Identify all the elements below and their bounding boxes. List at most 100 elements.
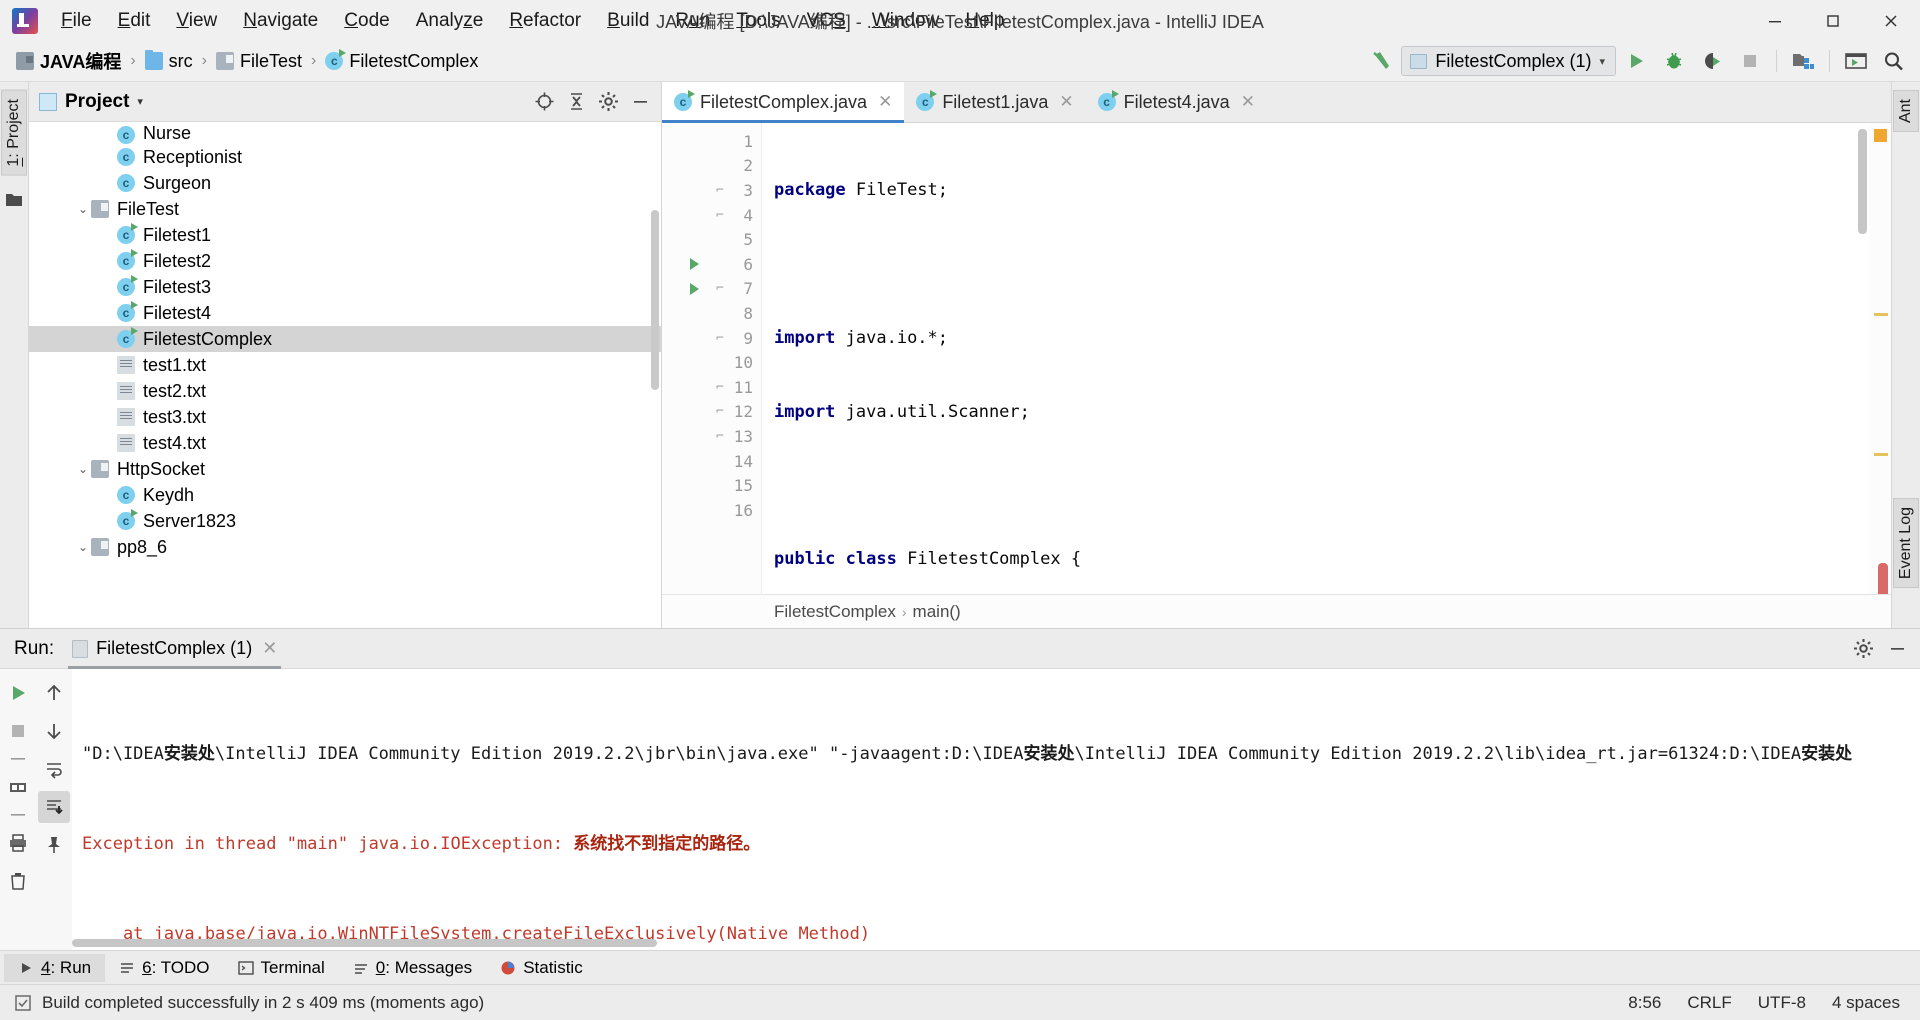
soft-wrap-button[interactable]: [38, 753, 70, 785]
up-stack-button[interactable]: [38, 677, 70, 709]
fold-marker-icon[interactable]: ⌐: [716, 404, 724, 419]
run-gutter-icon[interactable]: [690, 258, 699, 271]
tree-node-filetest2[interactable]: c Filetest2: [29, 248, 661, 274]
tree-node-receptionist[interactable]: c Receptionist: [29, 144, 661, 170]
bottom-tab-messages[interactable]: 0: Messages: [339, 954, 486, 982]
editor-marker-gutter[interactable]: [1869, 123, 1891, 594]
tree-twisty[interactable]: [101, 357, 117, 373]
tree-node-filetest[interactable]: ⌄ FileTest: [29, 196, 661, 222]
gutter-line-6[interactable]: 6: [662, 252, 761, 277]
tree-node-filetest1[interactable]: c Filetest1: [29, 222, 661, 248]
line-separator-indicator[interactable]: CRLF: [1687, 993, 1731, 1013]
bottom-tab-terminal[interactable]: Terminal: [224, 954, 339, 982]
search-everywhere-button[interactable]: [1876, 43, 1912, 79]
tree-twisty[interactable]: [101, 175, 117, 191]
tree-twisty[interactable]: [101, 253, 117, 269]
run-console-output[interactable]: "D:\IDEA安装处\IntelliJ IDEA Community Edit…: [72, 669, 1920, 950]
sidebar-tab-ant[interactable]: Ant: [1893, 90, 1919, 133]
tree-node-surgeon[interactable]: c Surgeon: [29, 170, 661, 196]
gutter-line-2[interactable]: 2: [662, 154, 761, 179]
tree-node-nurse[interactable]: c Nurse: [29, 124, 661, 144]
fold-marker-icon[interactable]: ⌐: [716, 429, 724, 444]
fold-marker-icon[interactable]: ⌐: [716, 380, 724, 395]
bottom-tab-todo[interactable]: 6: TODO: [105, 954, 223, 982]
close-icon[interactable]: ✕: [1241, 92, 1255, 112]
settings-gear-icon[interactable]: [593, 87, 623, 117]
breadcrumb-item-filetest[interactable]: FileTest: [210, 48, 308, 75]
tree-twisty[interactable]: [101, 435, 117, 451]
print-button[interactable]: [2, 827, 34, 859]
close-button[interactable]: [1862, 0, 1920, 41]
tree-twisty[interactable]: [101, 279, 117, 295]
tree-twisty[interactable]: [101, 409, 117, 425]
menu-vcs[interactable]: VCS: [794, 6, 859, 36]
tree-node-test3-txt[interactable]: test3.txt: [29, 404, 661, 430]
run-with-coverage-button[interactable]: [1694, 43, 1730, 79]
gutter-line-16[interactable]: 16: [662, 498, 761, 523]
close-icon[interactable]: ✕: [262, 638, 277, 659]
breadcrumb-method[interactable]: main(): [913, 602, 961, 622]
minimize-button[interactable]: [1746, 0, 1804, 41]
tree-node-filetest4[interactable]: c Filetest4: [29, 300, 661, 326]
close-icon[interactable]: ✕: [1059, 92, 1073, 112]
fold-marker-icon[interactable]: ⌐: [716, 183, 724, 198]
menu-tools[interactable]: Tools: [723, 6, 793, 36]
sidebar-tab-event-log[interactable]: Event Log: [1893, 497, 1919, 588]
menu-run[interactable]: Run: [662, 6, 723, 36]
stop-button[interactable]: [1732, 43, 1768, 79]
gutter-line-13[interactable]: ⌐ 13: [662, 424, 761, 449]
editor-vertical-scrollbar[interactable]: [1858, 129, 1867, 234]
fold-marker-icon[interactable]: ⌐: [716, 331, 724, 346]
run-gutter-icon[interactable]: [690, 282, 699, 295]
bottom-tab-statistic[interactable]: Statistic: [486, 954, 597, 982]
editor-tab-filetestcomplex-java[interactable]: c FiletestComplex.java ✕: [662, 82, 905, 123]
run-configuration-selector[interactable]: FiletestComplex (1) ▾: [1401, 46, 1616, 76]
menu-navigate[interactable]: Navigate: [230, 6, 331, 36]
hide-panel-icon[interactable]: [625, 87, 655, 117]
tree-node-keydh[interactable]: c Keydh: [29, 482, 661, 508]
project-structure-button[interactable]: [1785, 43, 1821, 79]
editor-gutter[interactable]: 1 2 ⌐ 3 ⌐ 4 5 6 ⌐ 7 8 ⌐ 9 10 ⌐ 11 ⌐ 12 ⌐ 13 14 15 16: [662, 123, 762, 594]
run-button[interactable]: [1618, 43, 1654, 79]
pin-tab-button[interactable]: [38, 829, 70, 861]
run-tab-filetestcomplex[interactable]: FiletestComplex (1) ✕: [64, 634, 285, 669]
tree-node-filetest3[interactable]: c Filetest3: [29, 274, 661, 300]
tree-node-server1823[interactable]: c Server1823: [29, 508, 661, 534]
tree-twisty[interactable]: [101, 227, 117, 243]
clear-all-button[interactable]: [2, 865, 34, 897]
tree-twisty[interactable]: [101, 149, 117, 165]
tree-node-test2-txt[interactable]: test2.txt: [29, 378, 661, 404]
gutter-line-14[interactable]: 14: [662, 449, 761, 474]
gutter-line-1[interactable]: 1: [662, 129, 761, 154]
indent-indicator[interactable]: 4 spaces: [1832, 993, 1900, 1013]
console-horizontal-scrollbar[interactable]: [72, 939, 657, 947]
menu-analyze[interactable]: Analyze: [403, 6, 497, 36]
dump-threads-button[interactable]: [2, 771, 34, 803]
tree-twisty[interactable]: [101, 487, 117, 503]
build-hammer-icon[interactable]: [1365, 44, 1399, 78]
breadcrumb-item-class[interactable]: c FiletestComplex: [319, 48, 484, 75]
gutter-line-7[interactable]: ⌐ 7: [662, 277, 761, 302]
editor-code[interactable]: package FileTest; import java.io.*; impo…: [762, 123, 1869, 594]
tree-node-test4-txt[interactable]: test4.txt: [29, 430, 661, 456]
menu-help[interactable]: Help: [952, 6, 1017, 36]
fold-marker-icon[interactable]: ⌐: [716, 281, 724, 296]
settings-gear-icon[interactable]: [1848, 634, 1878, 664]
caret-position-indicator[interactable]: 8:56: [1628, 993, 1661, 1013]
warning-marker[interactable]: [1874, 453, 1888, 456]
terminal-window-button[interactable]: [1838, 43, 1874, 79]
chevron-down-icon[interactable]: ▾: [137, 95, 143, 108]
menu-build[interactable]: Build: [594, 6, 662, 36]
tree-twisty[interactable]: [101, 128, 117, 144]
status-message[interactable]: Build completed successfully in 2 s 409 …: [42, 993, 484, 1013]
scroll-from-source-icon[interactable]: [529, 87, 559, 117]
gutter-line-9[interactable]: ⌐ 9: [662, 326, 761, 351]
inspection-status-icon[interactable]: [1874, 129, 1887, 142]
tree-twisty[interactable]: ⌄: [75, 201, 91, 217]
scrollbar-thumb[interactable]: [1878, 563, 1888, 594]
maximize-button[interactable]: [1804, 0, 1862, 41]
menu-view[interactable]: View: [163, 6, 230, 36]
breadcrumb-class[interactable]: FiletestComplex: [774, 602, 896, 622]
encoding-indicator[interactable]: UTF-8: [1758, 993, 1806, 1013]
gutter-line-15[interactable]: 15: [662, 473, 761, 498]
